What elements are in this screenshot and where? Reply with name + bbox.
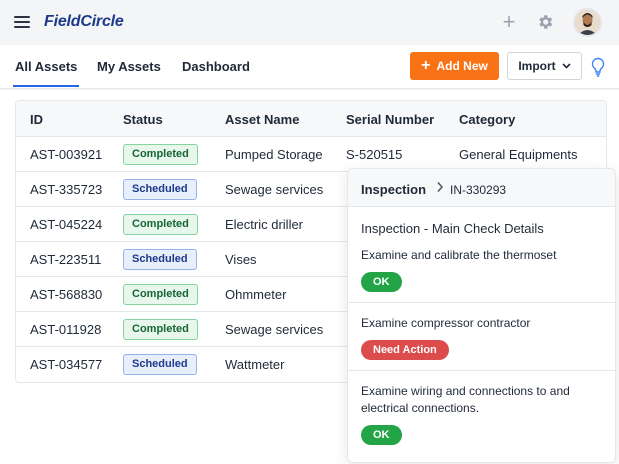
asset-id[interactable]: AST-568830 (30, 287, 102, 302)
asset-name: Ohmmeter (225, 287, 287, 302)
inspection-popup: Inspection IN-330293 Inspection - Main C… (347, 168, 616, 463)
divider (348, 370, 615, 371)
header-asset-name[interactable]: Asset Name (225, 112, 299, 127)
plus-icon: + (421, 57, 431, 74)
check-result-ok[interactable]: OK (361, 272, 402, 292)
asset-id[interactable]: AST-011928 (30, 322, 101, 337)
check-text: Examine and calibrate the thermoset (361, 248, 557, 262)
import-button[interactable]: Import (507, 52, 582, 80)
asset-name: Vises (225, 252, 257, 267)
check-text: Examine wiring and connections to and el… (361, 384, 570, 415)
header-id[interactable]: ID (30, 112, 43, 127)
popup-title: Inspection (361, 182, 427, 197)
lightbulb-icon[interactable] (590, 57, 606, 77)
tab-my-assets[interactable]: My Assets (97, 59, 161, 74)
header-category[interactable]: Category (459, 112, 515, 127)
check-item: Examine and calibrate the thermoset OK (361, 247, 606, 292)
status-badge: Scheduled (123, 249, 197, 270)
status-badge: Completed (123, 319, 198, 340)
check-result-need-action[interactable]: Need Action (361, 340, 449, 360)
nav-bar: All Assets My Assets Dashboard + Add New… (0, 45, 619, 89)
check-item: Examine wiring and connections to and el… (361, 383, 606, 445)
popup-inspection-id[interactable]: IN-330293 (450, 183, 506, 197)
plus-icon[interactable]: + (500, 11, 518, 33)
asset-name: Sewage services (225, 322, 324, 337)
popup-header: Inspection IN-330293 (348, 169, 615, 207)
asset-id[interactable]: AST-335723 (30, 182, 102, 197)
app-logo[interactable]: FieldCircle (44, 13, 124, 31)
check-item: Examine compressor contractor Need Actio… (361, 315, 606, 360)
import-label: Import (518, 59, 556, 73)
top-bar: FieldCircle + (0, 0, 619, 45)
chevron-right-icon (436, 181, 444, 196)
menu-icon[interactable] (14, 16, 30, 28)
popup-subtitle: Inspection - Main Check Details (361, 221, 544, 236)
status-badge: Completed (123, 284, 198, 305)
header-status[interactable]: Status (123, 112, 163, 127)
asset-id[interactable]: AST-034577 (30, 357, 102, 372)
asset-name: Wattmeter (225, 357, 285, 372)
header-serial-number[interactable]: Serial Number (346, 112, 434, 127)
asset-id[interactable]: AST-003921 (30, 147, 102, 162)
table-header: ID Status Asset Name Serial Number Categ… (16, 101, 606, 137)
status-badge: Scheduled (123, 354, 197, 375)
tab-dashboard[interactable]: Dashboard (182, 59, 250, 74)
check-result-ok[interactable]: OK (361, 425, 402, 445)
status-badge: Scheduled (123, 179, 197, 200)
status-badge: Completed (123, 144, 198, 165)
chevron-down-icon (562, 63, 571, 69)
add-new-button[interactable]: + Add New (410, 52, 499, 80)
asset-name: Pumped Storage (225, 147, 323, 162)
table-row[interactable]: AST-003921 Completed Pumped Storage S-52051… (16, 137, 606, 172)
asset-name: Electric driller (225, 217, 304, 232)
add-new-label: Add New (436, 59, 488, 73)
asset-name: Sewage services (225, 182, 324, 197)
asset-id[interactable]: AST-223511 (30, 252, 101, 267)
asset-id[interactable]: AST-045224 (30, 217, 102, 232)
avatar[interactable] (573, 8, 602, 37)
serial-number: S-520515 (346, 147, 403, 162)
divider (348, 302, 615, 303)
tab-all-assets[interactable]: All Assets (12, 59, 80, 87)
category: General Equipments (459, 147, 578, 162)
gear-icon[interactable] (536, 13, 554, 31)
status-badge: Completed (123, 214, 198, 235)
check-text: Examine compressor contractor (361, 316, 531, 330)
